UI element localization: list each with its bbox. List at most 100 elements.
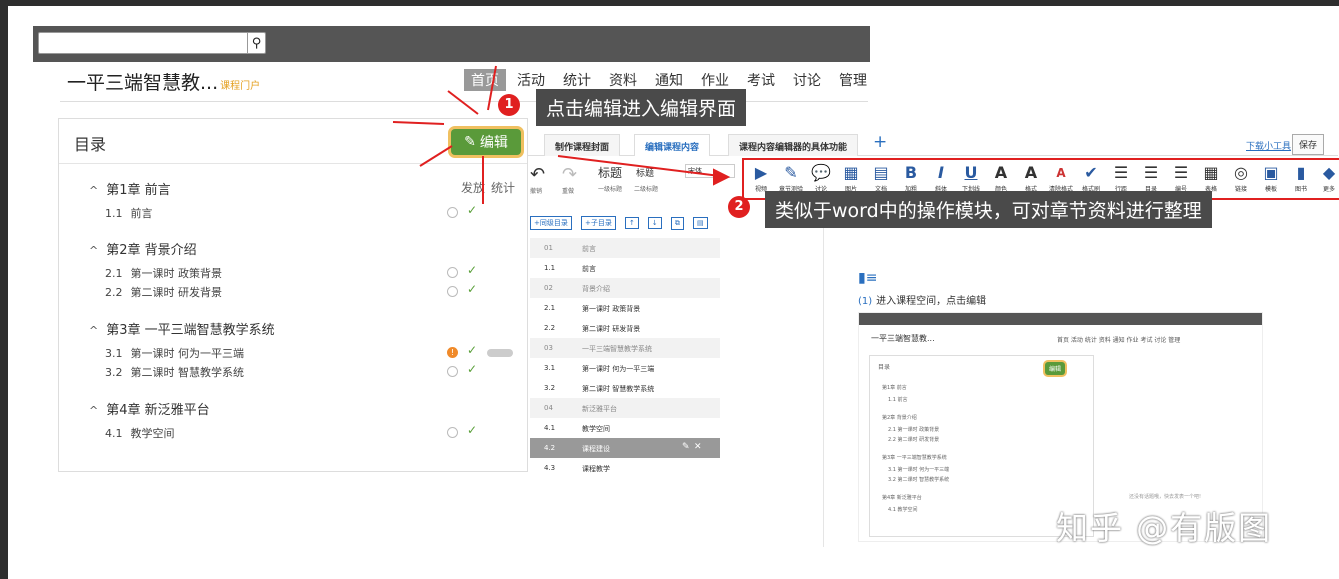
list-item-selected[interactable]: 4.2 课程建设 ✎ ✕ <box>530 438 720 458</box>
publish-circle-icon[interactable] <box>447 207 458 218</box>
publish-circle-icon[interactable] <box>447 427 458 438</box>
heading2-button[interactable]: 标题 <box>636 166 654 179</box>
list-group-row[interactable]: 01 前言 <box>530 238 720 258</box>
tab-editor-features[interactable]: 课程内容编辑器的具体功能 <box>728 134 859 156</box>
section-2-1[interactable]: 2.1 第一课时 政策背景 <box>105 265 222 281</box>
nav-homework[interactable]: 作业 <box>694 69 736 91</box>
more-tool[interactable]: ◆ 更多 <box>1314 162 1339 193</box>
heading1-button[interactable]: 标题 <box>598 164 622 181</box>
underline-icon: U <box>964 163 978 182</box>
publish-column-header: 发放 <box>461 181 486 195</box>
redo-icon[interactable]: ↷ <box>562 164 577 185</box>
chapter-3[interactable]: ^ 第3章 一平三端智慧教学系统 <box>89 319 275 338</box>
nav-exam[interactable]: 考试 <box>740 69 782 91</box>
quiz-tool[interactable]: ✎ 章节测验 <box>776 162 806 193</box>
add-child-button[interactable]: +子目录 <box>580 216 616 230</box>
format-tool[interactable]: A 格式 <box>1016 162 1046 193</box>
close-icon[interactable]: ✕ <box>694 442 702 452</box>
chapter-2[interactable]: ^ 第2章 背景介绍 <box>89 239 197 258</box>
edit-icon[interactable]: ✎ <box>682 442 690 452</box>
section-3-2[interactable]: 3.2 第二课时 智慧教学系统 <box>105 364 244 380</box>
save-button[interactable]: 保存 <box>1292 134 1325 155</box>
thumb-edit-button: 编辑 <box>1045 362 1066 375</box>
chevron-up-icon[interactable]: ^ <box>89 324 98 337</box>
list-item[interactable]: 2.1 第一课时 政策背景 <box>530 298 720 318</box>
format-painter-tool[interactable]: ✔ 格式刷 <box>1076 162 1106 193</box>
numbered-list-icon: ☰ <box>1173 163 1189 182</box>
publish-circle-icon[interactable] <box>447 366 458 377</box>
list-item[interactable]: 4.1 教学空间 <box>530 418 720 438</box>
paste-icon[interactable]: ▤ <box>692 217 708 229</box>
list-item[interactable]: 1.1 前言 <box>530 258 720 278</box>
course-portal-link[interactable]: 课程门户 <box>220 81 260 92</box>
thumb-empty-text: 还没有话题哦，快去发表一个吧! <box>1129 494 1202 500</box>
chapter-4[interactable]: ^ 第4章 新泛雅平台 <box>89 399 210 418</box>
list-item[interactable]: 3.1 第一课时 何为一平三端 <box>530 358 720 378</box>
list-group-row[interactable]: 03 一平三端智慧教学系统 <box>530 338 720 358</box>
chevron-up-icon[interactable]: ^ <box>89 244 98 257</box>
nav-discussion[interactable]: 讨论 <box>786 69 828 91</box>
check-icon: ✓ <box>467 203 478 217</box>
download-tool-link[interactable]: 下载小工具 <box>1246 139 1291 152</box>
line-spacing-tool[interactable]: ☰ 行距 <box>1106 162 1136 193</box>
video-icon: ▶ <box>754 163 768 182</box>
section-3-1[interactable]: 3.1 第一课时 何为一平三端 <box>105 345 244 361</box>
video-tool[interactable]: ▶ 视频 <box>746 162 776 193</box>
italic-tool[interactable]: I 斜体 <box>926 162 956 193</box>
comment-icon: 💬 <box>811 163 831 182</box>
add-tab-icon[interactable]: + <box>873 132 887 152</box>
section-1-1[interactable]: 1.1 前言 <box>105 205 153 221</box>
edit-button[interactable]: ✎ 编辑 <box>451 129 521 155</box>
nav-notice[interactable]: 通知 <box>648 69 690 91</box>
add-sibling-button[interactable]: +同级目录 <box>530 216 572 230</box>
undo-icon[interactable]: ↶ <box>530 164 545 185</box>
book-tool[interactable]: ▮ 图书 <box>1286 162 1316 193</box>
globe-icon: ◎ <box>1234 163 1248 182</box>
toggle-switch[interactable] <box>487 349 513 357</box>
copy-icon[interactable]: ⧉ <box>670 217 684 230</box>
publish-circle-icon[interactable] <box>447 267 458 278</box>
list-group-row[interactable]: 04 新泛雅平台 <box>530 398 720 418</box>
course-title: 一平三端智慧教... 课程门户 <box>67 68 260 95</box>
list-item[interactable]: 4.3 课程教学 <box>530 458 720 478</box>
chevron-up-icon[interactable]: ^ <box>89 404 98 417</box>
nav-manage[interactable]: 管理 <box>832 69 874 91</box>
toc-tool[interactable]: ☰ 目录 <box>1136 162 1166 193</box>
format-painter-icon: ✔ <box>1084 163 1098 182</box>
tab-cover[interactable]: 制作课程封面 <box>544 134 621 156</box>
underline-tool[interactable]: U 下划线 <box>956 162 986 193</box>
discussion-tool[interactable]: 💬 讨论 <box>806 162 836 193</box>
nav-stats[interactable]: 统计 <box>556 69 598 91</box>
document-canvas[interactable]: ▮≡ (1) 进入课程空间，点击编辑 一平三端智慧教... 首页 活动 统计 资料… <box>823 202 1323 547</box>
alert-badge-icon[interactable]: ! <box>447 347 458 358</box>
clear-format-tool[interactable]: A 清除格式 <box>1046 162 1076 193</box>
table-tool[interactable]: ▦ 表格 <box>1196 162 1226 193</box>
nav-activity[interactable]: 活动 <box>510 69 552 91</box>
search-box[interactable]: ⚲ <box>38 32 266 54</box>
document-tool[interactable]: ▤ 文档 <box>866 162 896 193</box>
chapter-1[interactable]: ^ 第1章 前言 <box>89 179 171 198</box>
tab-edit-content[interactable]: 编辑课程内容 <box>634 134 711 156</box>
numbering-tool[interactable]: ☰ 编号 <box>1166 162 1196 193</box>
image-icon: ▦ <box>843 163 859 182</box>
section-2-2[interactable]: 2.2 第二课时 研发背景 <box>105 284 222 300</box>
color-tool[interactable]: A 颜色 <box>986 162 1016 193</box>
bold-tool[interactable]: B 加粗 <box>896 162 926 193</box>
move-down-icon[interactable]: ↓ <box>647 217 662 229</box>
thumb-title: 一平三端智慧教... <box>871 334 935 343</box>
image-tool[interactable]: ▦ 图片 <box>836 162 866 193</box>
template-tool[interactable]: ▣ 模板 <box>1256 162 1286 193</box>
list-item[interactable]: 2.2 第二课时 研发背景 <box>530 318 720 338</box>
search-icon[interactable]: ⚲ <box>247 33 265 53</box>
section-4-1[interactable]: 4.1 教学空间 <box>105 425 175 441</box>
list-group-row[interactable]: 02 背景介绍 <box>530 278 720 298</box>
font-select[interactable]: 宋体 <box>685 164 735 178</box>
nav-materials[interactable]: 资料 <box>602 69 644 91</box>
link-tool[interactable]: ◎ 链接 <box>1226 162 1256 193</box>
chevron-up-icon[interactable]: ^ <box>89 184 98 197</box>
list-item[interactable]: 3.2 第二课时 智慧教学系统 <box>530 378 720 398</box>
search-input[interactable] <box>43 35 223 53</box>
publish-circle-icon[interactable] <box>447 286 458 297</box>
move-up-icon[interactable]: ↑ <box>624 217 639 229</box>
nav-home[interactable]: 首页 <box>464 69 506 91</box>
